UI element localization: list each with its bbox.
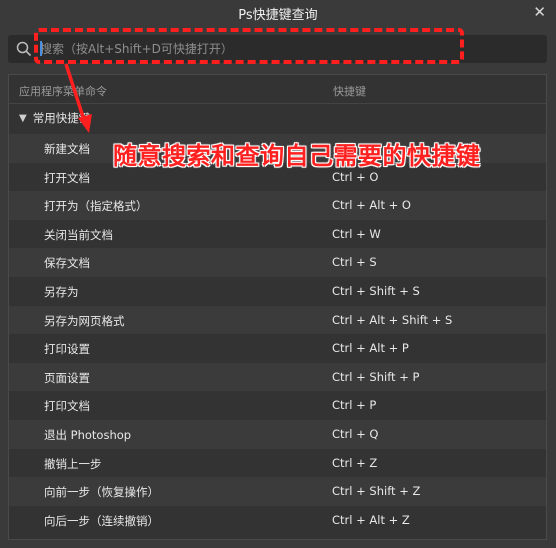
- annotation-caption: 随意搜索和查询自己需要的快捷键: [113, 142, 481, 170]
- annotation-arrow-icon: [64, 63, 92, 133]
